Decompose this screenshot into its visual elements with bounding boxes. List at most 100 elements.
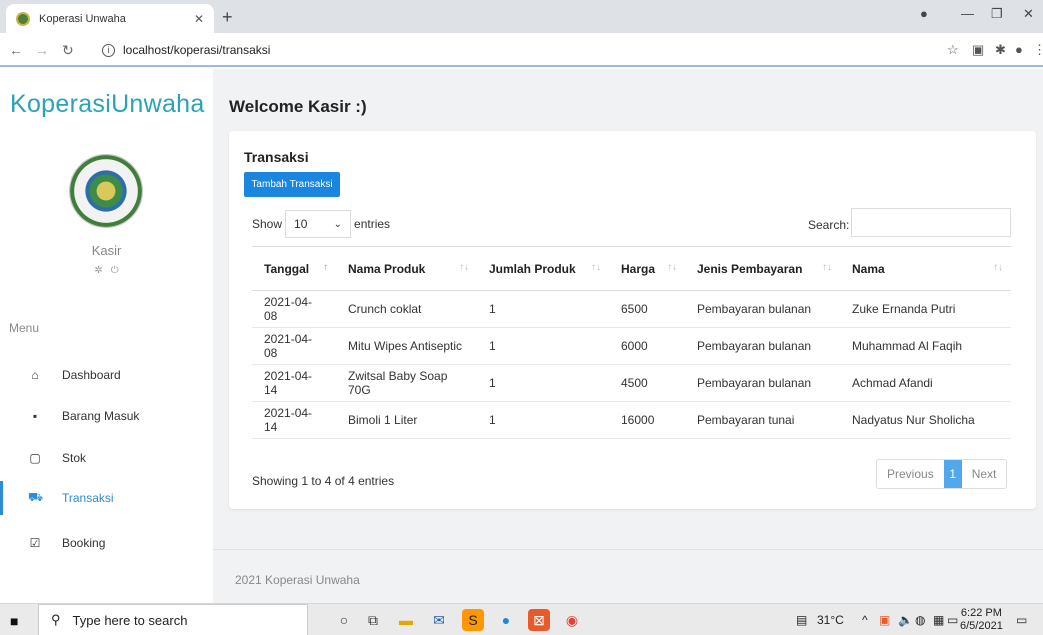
favicon-icon [16, 11, 30, 26]
cart-icon: ⛟ [28, 490, 44, 504]
taskbar-search-placeholder: Type here to search [72, 612, 188, 628]
page-1-button[interactable]: 1 [943, 460, 962, 488]
windows-taskbar: ■ ⚲ Type here to search ○ ⧉ ▬ ✉ S ● ⊠ ◉ … [0, 603, 1043, 635]
cell-nama: Nadyatus Nur Sholicha [840, 401, 1011, 439]
table-info: Showing 1 to 4 of 4 entries [252, 474, 395, 488]
previous-button[interactable]: Previous [877, 460, 944, 488]
table-row: 2021-04-14 Bimoli 1 Liter 1 16000 Pembay… [252, 401, 1011, 439]
file-explorer-icon[interactable]: ▬ [395, 609, 417, 631]
weather-text[interactable]: 31°C [817, 613, 844, 627]
user-role: Kasir [91, 243, 122, 258]
more-menu-icon[interactable]: ⋮ [1033, 42, 1043, 58]
sort-icon: ↑↓ [822, 262, 832, 273]
cell-nama: Achmad Afandi [840, 364, 1011, 402]
sidebar-item-stok[interactable]: ▢ Stok [0, 445, 213, 471]
edge-icon[interactable]: ● [495, 609, 517, 631]
entries-select[interactable]: 10 ⌄ [285, 210, 352, 238]
close-window-icon[interactable]: ✕ [1023, 6, 1034, 22]
power-icon[interactable]: ⏻ [111, 265, 119, 276]
entries-value: 10 [294, 217, 308, 231]
column-header[interactable]: Jenis Pembayaran ↑↓ [685, 246, 840, 291]
chevron-down-icon: ⌄ [333, 218, 343, 230]
chrome-icon[interactable]: ◉ [561, 609, 583, 631]
page-title: Welcome Kasir :) [229, 97, 367, 116]
gear-icon[interactable]: ✲ [94, 265, 102, 276]
xampp-tray-icon[interactable]: ▣ [879, 613, 890, 627]
avatar [69, 154, 143, 228]
site-info-icon[interactable]: i [102, 43, 115, 57]
table-row: 2021-04-14 Zwitsal Baby Soap 70G 1 4500 … [252, 364, 1011, 402]
xampp-icon[interactable]: ⊠ [528, 609, 550, 631]
puzzle-icon[interactable]: ✱ [995, 42, 1006, 58]
close-tab-icon[interactable]: ✕ [194, 12, 204, 26]
home-icon: ⌂ [31, 368, 39, 382]
mail-icon[interactable]: ✉ [428, 609, 450, 631]
clock-date: 6/5/2021 [960, 620, 1003, 632]
cell-jumlah: 1 [477, 290, 609, 328]
cell-jenis: Pembayaran bulanan [685, 364, 840, 402]
sort-asc-icon: ↑ [323, 262, 328, 273]
cell-jumlah: 1 [477, 401, 609, 439]
back-icon[interactable]: ← [9, 42, 23, 58]
column-header[interactable]: Nama ↑↓ [840, 246, 1011, 291]
extension-icon[interactable]: ▣ [972, 42, 984, 58]
tray-chevron-icon[interactable]: ^ [862, 613, 868, 627]
task-view-icon[interactable]: ⧉ [362, 609, 384, 631]
volume-icon[interactable]: 🔈 [898, 613, 913, 627]
cell-nama-produk: Bimoli 1 Liter [336, 401, 477, 439]
cell-harga: 16000 [609, 401, 685, 439]
sublime-icon[interactable]: S [462, 609, 484, 631]
sidebar-item-booking[interactable]: ☑ Booking [0, 530, 213, 556]
forward-icon[interactable]: → [35, 42, 49, 58]
sidebar-item-dashboard[interactable]: ⌂ Dashboard [0, 362, 213, 388]
column-header[interactable]: Jumlah Produk ↑↓ [477, 246, 609, 291]
column-header[interactable]: Tanggal ↑ [252, 246, 336, 291]
sidebar-item-label: Stok [62, 451, 87, 465]
news-widget-icon[interactable]: ▤ [796, 613, 807, 627]
reload-icon[interactable]: ↻ [62, 42, 74, 59]
sidebar-item-transaksi[interactable]: ⛟ Transaksi [0, 481, 213, 515]
cortana-icon[interactable]: ○ [333, 609, 355, 631]
next-button[interactable]: Next [962, 460, 1007, 488]
profile-dot-icon[interactable]: ● [920, 6, 928, 21]
sidebar-item-label: Transaksi [62, 491, 114, 505]
sort-icon: ↑↓ [459, 262, 469, 273]
transactions-table: Tanggal ↑ Nama Produk ↑↓ Jumlah Produk ↑↓ H… [252, 246, 1011, 439]
address-bar-row: ← → ↻ i localhost/koperasi/transaksi ☆ ▣… [0, 33, 1043, 67]
transaksi-card: Transaksi Tambah Transaksi Show 10 ⌄ ent… [229, 131, 1036, 509]
sidebar-item-label: Booking [62, 536, 106, 550]
cell-tanggal: 2021-04-14 [252, 401, 336, 439]
cell-jenis: Pembayaran bulanan [685, 327, 840, 365]
taskbar-search-input[interactable]: ⚲ Type here to search [38, 604, 308, 635]
browser-tab[interactable]: Koperasi Unwaha ✕ [6, 4, 214, 33]
brand-logo-text[interactable]: KoperasiUnwaha [10, 90, 205, 119]
cell-jenis: Pembayaran tunai [685, 401, 840, 439]
keyboard-icon[interactable]: ▦ [933, 613, 944, 627]
url-field[interactable]: i localhost/koperasi/transaksi [98, 37, 938, 63]
table-row: 2021-04-08 Mitu Wipes Antiseptic 1 6000 … [252, 327, 1011, 365]
pagination: Previous 1 Next [876, 459, 1008, 489]
cell-jumlah: 1 [477, 364, 609, 402]
battery-icon[interactable]: ▭ [947, 613, 958, 627]
browser-tabbar: Koperasi Unwaha ✕ + ● — ❐ ✕ [0, 0, 1043, 33]
profile-icon[interactable]: ● [1015, 42, 1023, 57]
table-header-row: Tanggal ↑ Nama Produk ↑↓ Jumlah Produk ↑↓ H… [252, 246, 1011, 291]
notifications-icon[interactable]: ▭ [1016, 613, 1027, 627]
add-transaction-button[interactable]: Tambah Transaksi [244, 172, 340, 197]
new-tab-icon[interactable]: + [222, 7, 233, 28]
cell-tanggal: 2021-04-14 [252, 364, 336, 402]
sort-icon: ↑↓ [993, 262, 1003, 273]
sidebar-item-barang-masuk[interactable]: ▪ Barang Masuk [0, 403, 213, 429]
windows-start-icon[interactable]: ■ [10, 613, 18, 629]
bookmark-star-icon[interactable]: ☆ [947, 42, 959, 58]
network-icon[interactable]: ◍ [915, 613, 925, 627]
minimize-icon[interactable]: — [961, 6, 974, 21]
search-input[interactable] [851, 208, 1011, 237]
cell-nama-produk: Zwitsal Baby Soap 70G [336, 364, 477, 402]
search-icon: ⚲ [51, 612, 61, 627]
restore-icon[interactable]: ❐ [991, 6, 1003, 22]
column-header[interactable]: Nama Produk ↑↓ [336, 246, 477, 291]
clipboard-icon: ▢ [29, 451, 41, 465]
column-header[interactable]: Harga ↑↓ [609, 246, 685, 291]
system-clock[interactable]: 6:22 PM 6/5/2021 [960, 607, 1003, 633]
